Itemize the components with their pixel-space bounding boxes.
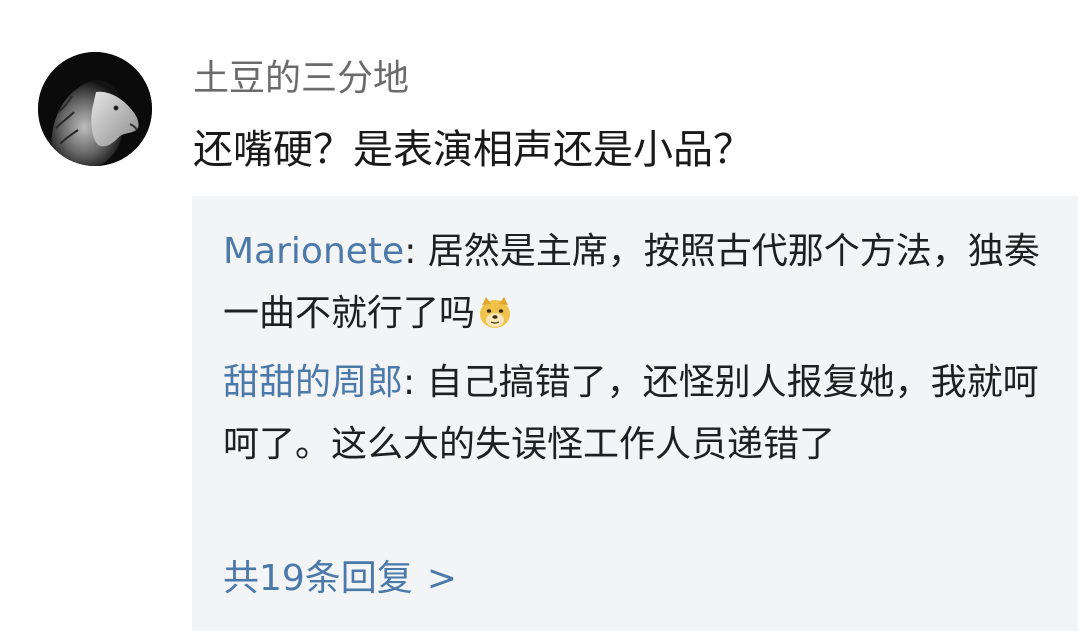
reply-separator: : [404,231,428,272]
reply-author[interactable]: 甜甜的周郎 [223,362,403,403]
reply-separator: : [403,362,427,403]
reply-item: 甜甜的周郎: 自己搞错了，还怪别人报复她，我就呵呵了。这么大的失误怪工作人员递错… [223,352,1043,476]
more-replies-label: 共19条回复 [223,558,413,599]
replies-panel: Marionete: 居然是主席，按照古代那个方法，独奏一曲不就行了吗 甜甜的周… [192,196,1078,631]
reply-author[interactable]: Marionete [223,231,404,272]
chevron-right-icon: > [426,558,457,599]
comment-username[interactable]: 土豆的三分地 [193,56,409,102]
avatar[interactable] [38,52,152,166]
comment-text: 还嘴硬？是表演相声还是小品？ [193,127,753,173]
reply-item: Marionete: 居然是主席，按照古代那个方法，独奏一曲不就行了吗 [223,221,1043,351]
more-replies-link[interactable]: 共19条回复 > [223,548,457,610]
lion-avatar-icon [38,52,152,166]
doge-emoji-icon [477,289,513,351]
